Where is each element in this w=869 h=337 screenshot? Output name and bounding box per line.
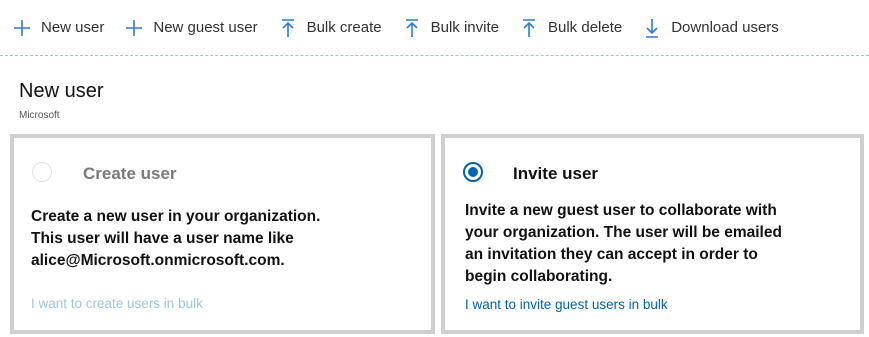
new-user-button[interactable]: New user	[12, 18, 104, 38]
invite-user-title: Invite user	[513, 164, 599, 183]
bulk-invite-label: Bulk invite	[430, 19, 499, 36]
new-user-label: New user	[41, 19, 105, 36]
download-icon	[642, 18, 662, 38]
description-line: Create a new user in your organization.	[31, 208, 321, 225]
bulk-create-label: Bulk create	[306, 19, 382, 36]
download-users-label: Download users	[671, 19, 779, 36]
description-line: This user will have a user name like	[31, 230, 294, 247]
bulk-delete-label: Bulk delete	[548, 19, 623, 36]
page-title: New user	[19, 80, 104, 102]
plus-icon	[12, 18, 32, 38]
upload-icon	[402, 18, 422, 38]
description-line: an invitation they can accept in order t…	[465, 246, 758, 263]
download-users-button[interactable]: Download users	[642, 18, 779, 38]
invite-user-option[interactable]: Invite user Invite a new guest user to c…	[441, 134, 864, 334]
bulk-create-button[interactable]: Bulk create	[278, 18, 382, 38]
create-user-description: Create a new user in your organization. …	[31, 206, 431, 272]
create-users-in-bulk-link[interactable]: I want to create users in bulk	[31, 296, 203, 311]
invite-user-radio[interactable]	[463, 162, 483, 182]
command-bar: New user New guest user Bulk create Bulk…	[0, 0, 869, 56]
create-user-option[interactable]: Create user Create a new user in your or…	[10, 134, 435, 334]
create-user-radio[interactable]	[32, 162, 52, 182]
description-line: your organization. The user will be emai…	[465, 224, 782, 241]
description-line: Invite a new guest user to collaborate w…	[465, 202, 777, 219]
plus-icon	[124, 18, 144, 38]
bulk-delete-button[interactable]: Bulk delete	[519, 18, 622, 38]
description-line: alice@Microsoft.onmicrosoft.com.	[31, 252, 285, 269]
new-user-page: New user New guest user Bulk create Bulk…	[0, 0, 869, 337]
page-subtitle: Microsoft	[19, 110, 60, 121]
invite-user-description: Invite a new guest user to collaborate w…	[465, 200, 845, 288]
bulk-invite-button[interactable]: Bulk invite	[402, 18, 499, 38]
new-guest-user-label: New guest user	[153, 19, 258, 36]
upload-icon	[519, 18, 539, 38]
invite-guest-users-in-bulk-link[interactable]: I want to invite guest users in bulk	[465, 297, 668, 312]
new-guest-user-button[interactable]: New guest user	[124, 18, 258, 38]
upload-icon	[278, 18, 298, 38]
create-user-title: Create user	[83, 164, 177, 183]
description-line: begin collaborating.	[465, 268, 613, 285]
